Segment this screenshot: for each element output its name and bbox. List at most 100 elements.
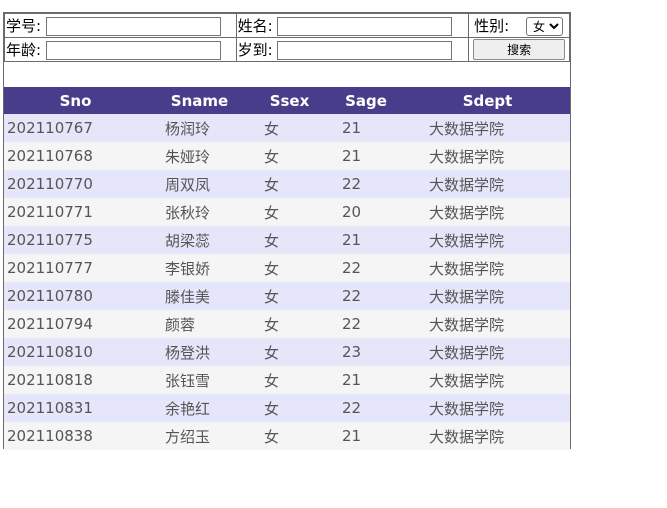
column-header-ssex[interactable]: Ssex: [252, 87, 327, 114]
table-row: 202110777 李银娇女 22 大数据学院: [4, 254, 570, 282]
cell-sname: 周双凤: [147, 170, 252, 198]
cell-sname: 张钰雪: [147, 366, 252, 394]
cell-sdept: 大数据学院: [405, 310, 570, 338]
search-button[interactable]: 搜索: [473, 39, 566, 60]
cell-sno: 202110818: [4, 366, 147, 394]
column-header-sname[interactable]: Sname: [147, 87, 252, 114]
cell-sage: 21: [327, 422, 405, 450]
column-header-sno[interactable]: Sno: [4, 87, 147, 114]
cell-sdept: 大数据学院: [405, 142, 570, 170]
cell-sage: 21: [327, 366, 405, 394]
cell-sdept: 大数据学院: [405, 282, 570, 310]
cell-sage: 22: [327, 282, 405, 310]
table-row: 202110770 周双凤女 22 大数据学院: [4, 170, 570, 198]
search-row-2: 年龄: 岁到: 搜索: [4, 37, 570, 62]
cell-ssex: 女: [252, 114, 327, 142]
student-query-panel: 学号: 姓名: 性别: 女 年龄: 岁到: 搜索 Sno Sname Ssex …: [3, 12, 571, 450]
cell-sname: 方绍玉: [147, 422, 252, 450]
sno-label: 学号:: [6, 17, 42, 35]
cell-sage: 22: [327, 310, 405, 338]
cell-sname: 朱娅玲: [147, 142, 252, 170]
cell-sage: 21: [327, 114, 405, 142]
ssex-cell: 性别: 女: [468, 13, 570, 38]
sname-input[interactable]: [277, 17, 453, 36]
cell-sno: 202110767: [4, 114, 147, 142]
ssex-select[interactable]: 女: [526, 17, 563, 36]
cell-sname: 颜蓉: [147, 310, 252, 338]
cell-ssex: 女: [252, 366, 327, 394]
cell-sname: 胡梁蕊: [147, 226, 252, 254]
cell-sage: 22: [327, 394, 405, 422]
table-row: 202110831 余艳红女 22 大数据学院: [4, 394, 570, 422]
cell-sname: 李银娇: [147, 254, 252, 282]
table-row: 202110838 方绍玉女 21 大数据学院: [4, 422, 570, 450]
table-row: 202110810 杨登洪女 23 大数据学院: [4, 338, 570, 366]
column-header-sdept[interactable]: Sdept: [405, 87, 570, 114]
column-header-sage[interactable]: Sage: [327, 87, 405, 114]
cell-sdept: 大数据学院: [405, 170, 570, 198]
cell-sno: 202110794: [4, 310, 147, 338]
search-form: 学号: 姓名: 性别: 女 年龄: 岁到: 搜索: [4, 13, 570, 62]
cell-sdept: 大数据学院: [405, 114, 570, 142]
student-table: Sno Sname Ssex Sage Sdept 202110767 杨润玲女 2…: [4, 87, 570, 450]
table-row: 202110818 张钰雪女 21 大数据学院: [4, 366, 570, 394]
cell-sdept: 大数据学院: [405, 394, 570, 422]
sage-from-input[interactable]: [45, 41, 221, 60]
search-row-1: 学号: 姓名: 性别: 女: [4, 13, 570, 38]
cell-sno: 202110777: [4, 254, 147, 282]
sno-cell: 学号:: [4, 13, 237, 38]
table-header-row: Sno Sname Ssex Sage Sdept: [4, 87, 570, 114]
cell-sno: 202110838: [4, 422, 147, 450]
cell-sdept: 大数据学院: [405, 226, 570, 254]
cell-sname: 张秋玲: [147, 198, 252, 226]
table-row: 202110771 张秋玲女 20 大数据学院: [4, 198, 570, 226]
cell-sdept: 大数据学院: [405, 198, 570, 226]
cell-sno: 202110768: [4, 142, 147, 170]
sage-to-label: 岁到:: [237, 41, 273, 59]
search-button-cell: 搜索: [468, 37, 570, 62]
cell-sage: 20: [327, 198, 405, 226]
table-row: 202110780 滕佳美女 22 大数据学院: [4, 282, 570, 310]
cell-sage: 21: [327, 142, 405, 170]
cell-sname: 滕佳美: [147, 282, 252, 310]
table-body: 202110767 杨润玲女 21 大数据学院 202110768 朱娅玲女 21 大数据学院…: [4, 114, 570, 450]
cell-ssex: 女: [252, 310, 327, 338]
table-row: 202110767 杨润玲女 21 大数据学院: [4, 114, 570, 142]
cell-ssex: 女: [252, 142, 327, 170]
cell-sdept: 大数据学院: [405, 366, 570, 394]
cell-ssex: 女: [252, 394, 327, 422]
cell-sno: 202110780: [4, 282, 147, 310]
table-row: 202110775 胡梁蕊女 21 大数据学院: [4, 226, 570, 254]
cell-sno: 202110810: [4, 338, 147, 366]
sage-cell: 年龄:: [4, 37, 237, 62]
sage-to-cell: 岁到:: [235, 37, 470, 62]
cell-ssex: 女: [252, 338, 327, 366]
cell-sage: 22: [327, 254, 405, 282]
cell-ssex: 女: [252, 226, 327, 254]
ssex-label: 性别:: [474, 17, 510, 35]
cell-sno: 202110831: [4, 394, 147, 422]
cell-ssex: 女: [252, 254, 327, 282]
cell-sno: 202110775: [4, 226, 147, 254]
table-row: 202110794 颜蓉女 22 大数据学院: [4, 310, 570, 338]
cell-sage: 22: [327, 170, 405, 198]
cell-sdept: 大数据学院: [405, 254, 570, 282]
sage-label: 年龄:: [6, 41, 42, 59]
cell-sage: 23: [327, 338, 405, 366]
cell-sdept: 大数据学院: [405, 422, 570, 450]
sno-input[interactable]: [45, 17, 221, 36]
cell-sname: 余艳红: [147, 394, 252, 422]
sname-label: 姓名:: [237, 17, 273, 35]
cell-sname: 杨登洪: [147, 338, 252, 366]
cell-sage: 21: [327, 226, 405, 254]
cell-sno: 202110770: [4, 170, 147, 198]
cell-sdept: 大数据学院: [405, 338, 570, 366]
cell-ssex: 女: [252, 282, 327, 310]
sname-cell: 姓名:: [235, 13, 470, 38]
table-row: 202110768 朱娅玲女 21 大数据学院: [4, 142, 570, 170]
cell-sno: 202110771: [4, 198, 147, 226]
cell-ssex: 女: [252, 422, 327, 450]
cell-ssex: 女: [252, 198, 327, 226]
sage-to-input[interactable]: [277, 41, 453, 60]
cell-ssex: 女: [252, 170, 327, 198]
